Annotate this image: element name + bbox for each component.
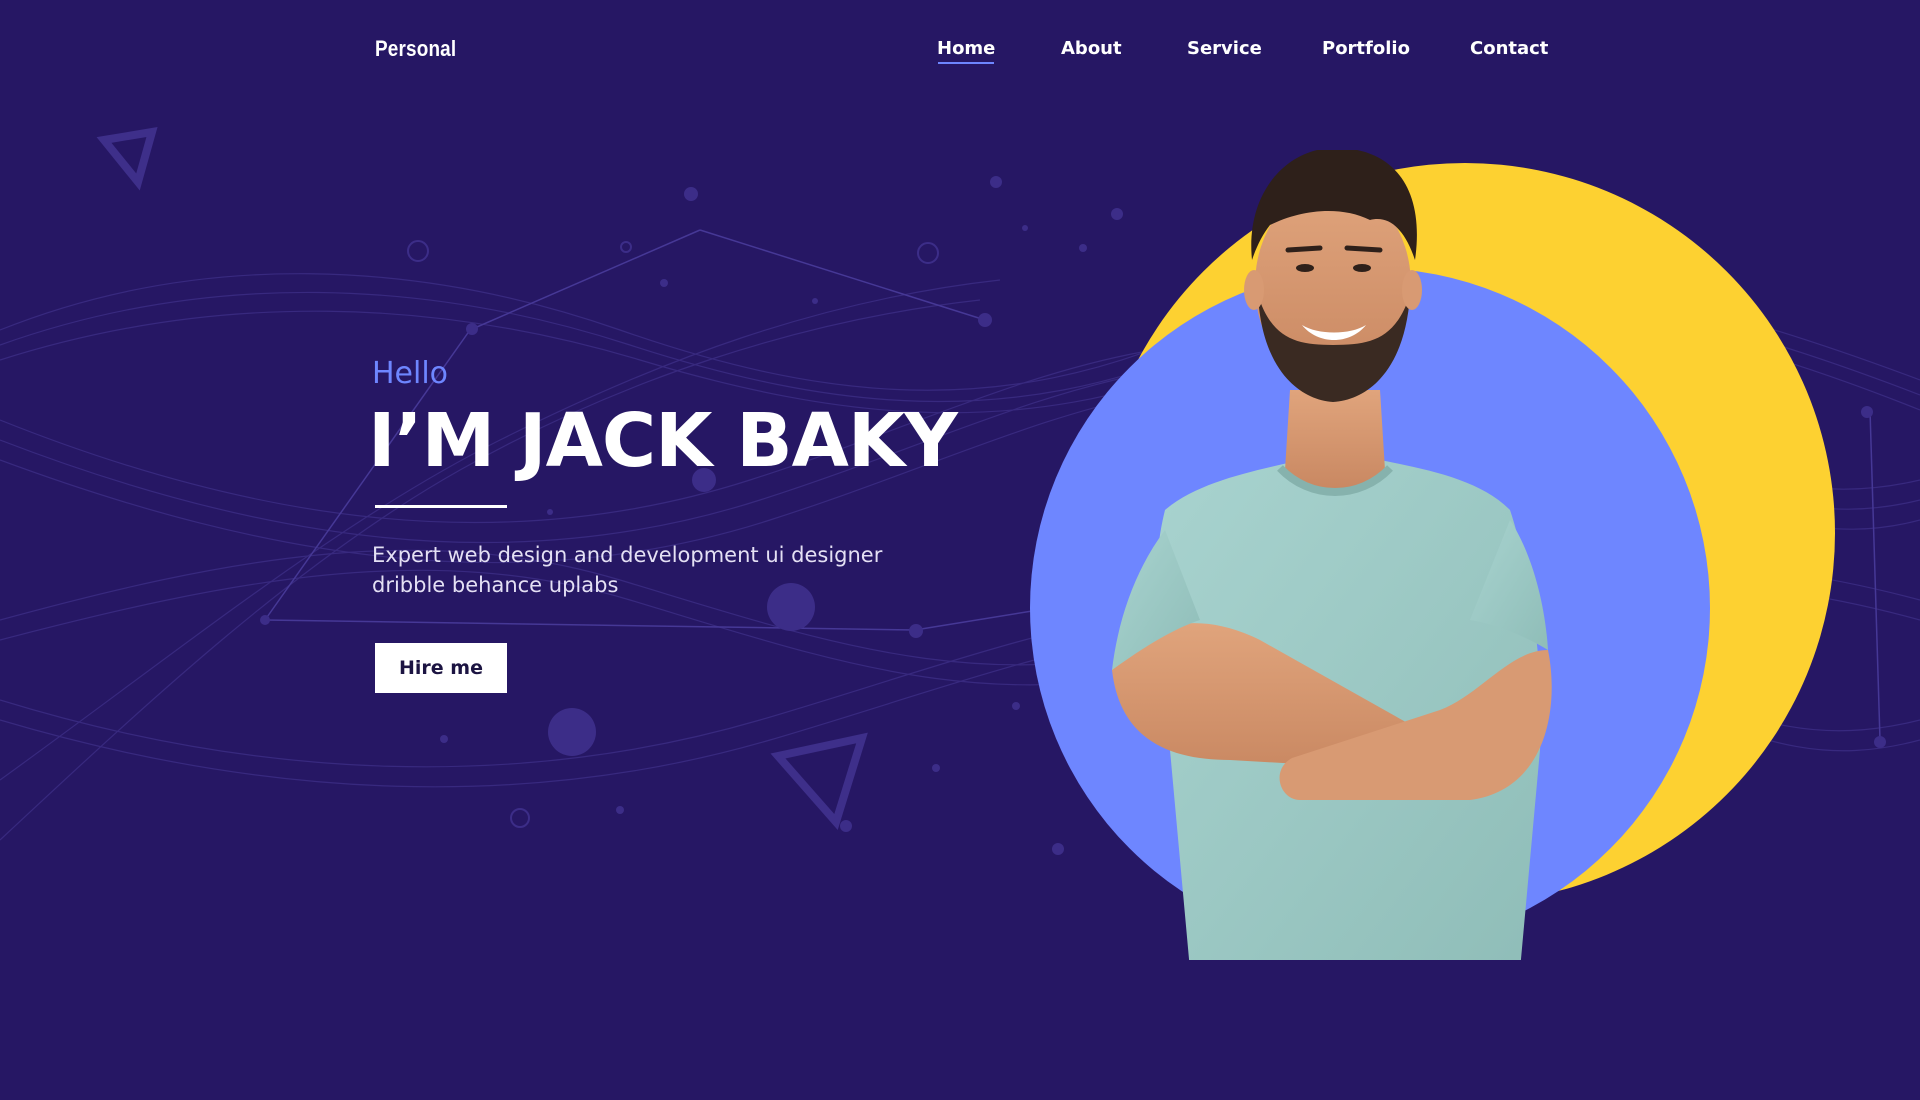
- triangle-outline-icon: [96, 127, 158, 191]
- nav-portfolio[interactable]: Portfolio: [1322, 38, 1410, 59]
- triangle-outline-icon: [770, 732, 868, 831]
- nav-contact[interactable]: Contact: [1470, 38, 1548, 59]
- hero-description: Expert web design and development ui des…: [372, 543, 883, 597]
- hero-name: I’M JACK BAKY: [368, 398, 958, 484]
- nav-about[interactable]: About: [1061, 38, 1122, 59]
- main-nav: Home About Service Portfolio Contact: [0, 38, 1920, 68]
- hero-greeting: Hello: [372, 356, 449, 391]
- hero-portrait-illustration: [1030, 150, 1835, 960]
- hire-me-button[interactable]: Hire me: [375, 643, 507, 693]
- nav-home[interactable]: Home: [937, 38, 995, 64]
- hero-divider: [375, 505, 507, 508]
- nav-service[interactable]: Service: [1187, 38, 1262, 59]
